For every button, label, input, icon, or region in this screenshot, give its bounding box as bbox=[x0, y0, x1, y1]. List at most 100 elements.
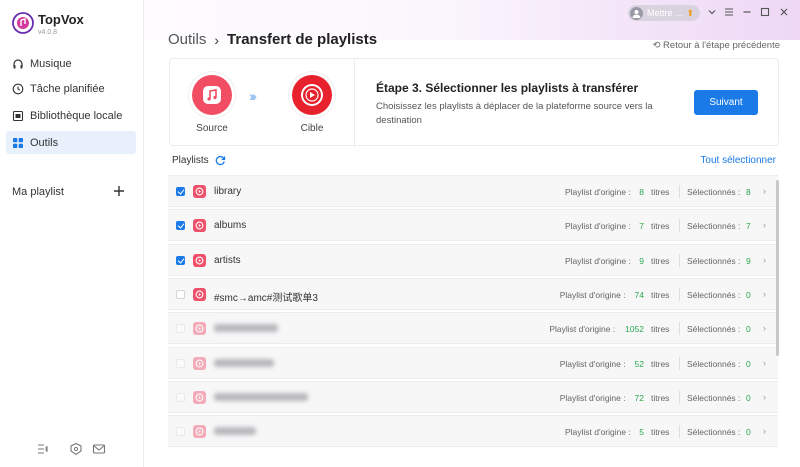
tracks-unit: titres bbox=[651, 255, 670, 266]
playlist-name-redacted bbox=[214, 392, 308, 401]
playlist-name-redacted bbox=[214, 324, 278, 333]
playlist-checkbox[interactable] bbox=[176, 221, 185, 231]
sidebar-item-musique[interactable]: Musique bbox=[6, 52, 136, 75]
app-logo-icon bbox=[12, 12, 34, 34]
step-description: Choisissez les playlists à déplacer de l… bbox=[376, 101, 653, 126]
selected-count: 0 bbox=[746, 358, 751, 369]
origin-label: Playlist d'origine : bbox=[564, 187, 631, 197]
minimize-icon[interactable] bbox=[741, 6, 753, 18]
playlist-row[interactable]: Playlist d'origine : 1052 titres Sélectionn… bbox=[168, 312, 778, 345]
chevron-right-icon[interactable]: › bbox=[763, 289, 766, 299]
playlist-checkbox[interactable] bbox=[176, 255, 185, 265]
origin-count: 74 bbox=[634, 289, 644, 300]
playlist-checkbox[interactable] bbox=[176, 187, 185, 196]
origin-count: 9 bbox=[639, 255, 644, 266]
app-name: TopVox bbox=[38, 12, 84, 27]
origin-count: 72 bbox=[634, 392, 644, 403]
mail-icon[interactable] bbox=[92, 442, 106, 456]
origin-label: Playlist d'origine : bbox=[559, 392, 626, 403]
playlist-row[interactable]: #smc→amc#测试歌单3 Playlist d'origine : 74 titr… bbox=[168, 277, 778, 310]
user-account-button[interactable]: Mettre ... ⬆ bbox=[628, 5, 700, 21]
shield-icon[interactable] bbox=[69, 442, 83, 456]
add-playlist-icon[interactable] bbox=[112, 184, 126, 198]
playlist-name-redacted bbox=[214, 358, 274, 367]
sidebar-item-bibliotheque-locale[interactable]: Bibliothèque locale bbox=[6, 104, 136, 127]
select-all-link[interactable]: Tout sélectionner bbox=[700, 155, 776, 166]
close-icon[interactable] bbox=[778, 6, 790, 18]
sidebar-item-label: Bibliothèque locale bbox=[30, 109, 123, 122]
tracks-unit: titres bbox=[651, 358, 670, 369]
breadcrumb: Outils › Transfert de playlists bbox=[168, 31, 377, 48]
transfer-arrows-icon: ››› bbox=[249, 88, 257, 104]
sidebar-item-label: Musique bbox=[30, 57, 72, 70]
tracks-unit: titres bbox=[651, 324, 670, 335]
chevron-right-icon[interactable]: › bbox=[763, 358, 766, 368]
chevron-right-icon[interactable]: › bbox=[763, 220, 766, 230]
playlist-row[interactable]: artists Playlist d'origine : 9 titres Sélect… bbox=[168, 243, 778, 276]
origin-count: 8 bbox=[639, 187, 644, 197]
playlist-icon bbox=[193, 356, 206, 370]
sidebar-footer bbox=[0, 442, 144, 458]
playlist-checkbox[interactable] bbox=[176, 427, 185, 437]
maximize-icon[interactable] bbox=[759, 6, 771, 18]
user-label: Mettre ... bbox=[647, 8, 683, 18]
headphones-icon bbox=[13, 58, 23, 68]
breadcrumb-separator-icon: › bbox=[214, 31, 220, 48]
playlist-row[interactable]: Playlist d'origine : 72 titres Sélectionnés… bbox=[168, 380, 778, 413]
sidebar-item-label: Outils bbox=[30, 136, 59, 149]
playlist-name: library bbox=[214, 186, 242, 197]
divider bbox=[679, 390, 680, 404]
sidebar-item-outils[interactable]: Outils bbox=[6, 131, 136, 154]
origin-label: Playlist d'origine : bbox=[564, 427, 631, 438]
playlist-name: artists bbox=[214, 254, 241, 266]
selected-label: Sélectionnés : bbox=[687, 392, 741, 403]
chevron-right-icon[interactable]: › bbox=[763, 426, 766, 436]
scrollbar[interactable] bbox=[776, 180, 779, 356]
selected-label: Sélectionnés : bbox=[687, 358, 741, 369]
origin-count: 5 bbox=[639, 427, 644, 438]
sidebar-item-label: Tâche planifiée bbox=[30, 82, 105, 95]
avatar bbox=[630, 6, 643, 20]
chevron-down-icon[interactable] bbox=[706, 6, 718, 18]
playlist-checkbox[interactable] bbox=[176, 392, 185, 402]
tracks-unit: titres bbox=[651, 221, 670, 232]
origin-label: Playlist d'origine : bbox=[564, 221, 631, 232]
chevron-right-icon[interactable]: › bbox=[763, 186, 766, 196]
selected-count: 0 bbox=[746, 324, 751, 335]
chevron-right-icon[interactable]: › bbox=[763, 323, 766, 333]
source-platform-icon bbox=[192, 75, 232, 115]
playlists-header: Playlists bbox=[172, 155, 226, 166]
refresh-icon[interactable] bbox=[215, 155, 226, 166]
playlist-row[interactable]: library Playlist d'origine : 8 titres Sélect… bbox=[168, 175, 778, 207]
playlist-icon bbox=[193, 185, 206, 198]
origin-count: 7 bbox=[639, 221, 644, 232]
tracks-unit: titres bbox=[651, 427, 670, 438]
divider bbox=[679, 253, 680, 267]
selected-label: Sélectionnés : bbox=[687, 221, 741, 232]
tracks-unit: titres bbox=[651, 289, 670, 300]
back-link[interactable]: ⟲ Retour à l'étape précédente bbox=[652, 40, 780, 51]
collapse-icon[interactable] bbox=[36, 442, 50, 456]
divider bbox=[679, 185, 680, 198]
app-version: v4.0.8 bbox=[38, 29, 58, 36]
divider bbox=[679, 425, 680, 439]
selected-count: 0 bbox=[746, 427, 751, 438]
playlist-checkbox[interactable] bbox=[176, 289, 185, 299]
divider bbox=[679, 322, 680, 336]
playlist-checkbox[interactable] bbox=[176, 358, 185, 368]
clock-icon bbox=[12, 83, 24, 94]
chevron-right-icon[interactable]: › bbox=[763, 392, 766, 402]
divider bbox=[679, 219, 680, 233]
next-button[interactable]: Suivant bbox=[694, 90, 758, 115]
playlist-row[interactable]: Playlist d'origine : 5 titres Sélectionnés … bbox=[168, 415, 778, 448]
chevron-right-icon[interactable]: › bbox=[763, 255, 766, 265]
playlist-row[interactable]: albums Playlist d'origine : 7 titres Sélecti… bbox=[168, 209, 778, 242]
selected-count: 9 bbox=[746, 255, 751, 266]
playlist-checkbox[interactable] bbox=[176, 324, 185, 334]
playlist-row[interactable]: Playlist d'origine : 52 titres Sélectionnés… bbox=[168, 346, 778, 379]
sidebar-item-tache-planifiee[interactable]: Tâche planifiée bbox=[6, 77, 136, 100]
breadcrumb-root[interactable]: Outils bbox=[168, 31, 206, 48]
folder-icon bbox=[12, 110, 24, 121]
selected-count: 0 bbox=[746, 392, 751, 403]
menu-icon[interactable] bbox=[723, 6, 735, 18]
